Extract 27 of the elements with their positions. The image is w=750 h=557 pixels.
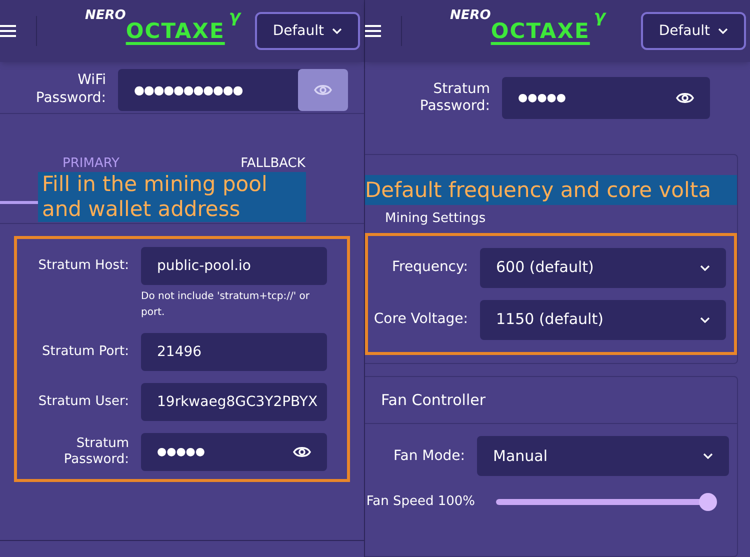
logo-superscript: γ (228, 8, 240, 26)
logo: OCTAXE (490, 20, 590, 42)
field-label: WiFi Password: (34, 72, 106, 107)
field-value: ●●●●● (157, 444, 205, 460)
field-value: public-pool.io (157, 256, 251, 276)
caption-overlay: Default frequency and core volta (365, 175, 737, 205)
password-value: ●●●●● (518, 90, 566, 106)
field-label: Fan Mode: (392, 446, 465, 466)
field-label: Stratum Password: (62, 436, 129, 468)
password-value: ●●●●●●●●●●● (134, 82, 243, 98)
logo-superscript: γ (594, 8, 606, 26)
logo-prefix: NERO (450, 8, 491, 22)
field-label: Stratum Password: (418, 80, 490, 116)
field-label: Core Voltage: (372, 310, 468, 329)
field-value: 19rkwaeg8GC3Y2PBYX (157, 392, 318, 412)
caption-overlay: Fill in the mining pool and wallet address (38, 172, 306, 222)
section-title: Mining Settings (384, 210, 487, 228)
field-label: Fan Speed 100% (365, 493, 475, 511)
field-label: Frequency: (390, 258, 468, 277)
logo-prefix: NERO (85, 8, 126, 22)
field-label: Stratum User: (37, 394, 129, 410)
field-label: Stratum Host: (37, 258, 129, 274)
logo: OCTAXE (126, 20, 225, 42)
field-value: 21496 (157, 342, 202, 362)
section-title: Fan Controller (365, 376, 737, 424)
field-label: Stratum Port: (41, 344, 129, 360)
field-hint: Do not include 'stratum+tcp://' or port. (141, 290, 310, 320)
